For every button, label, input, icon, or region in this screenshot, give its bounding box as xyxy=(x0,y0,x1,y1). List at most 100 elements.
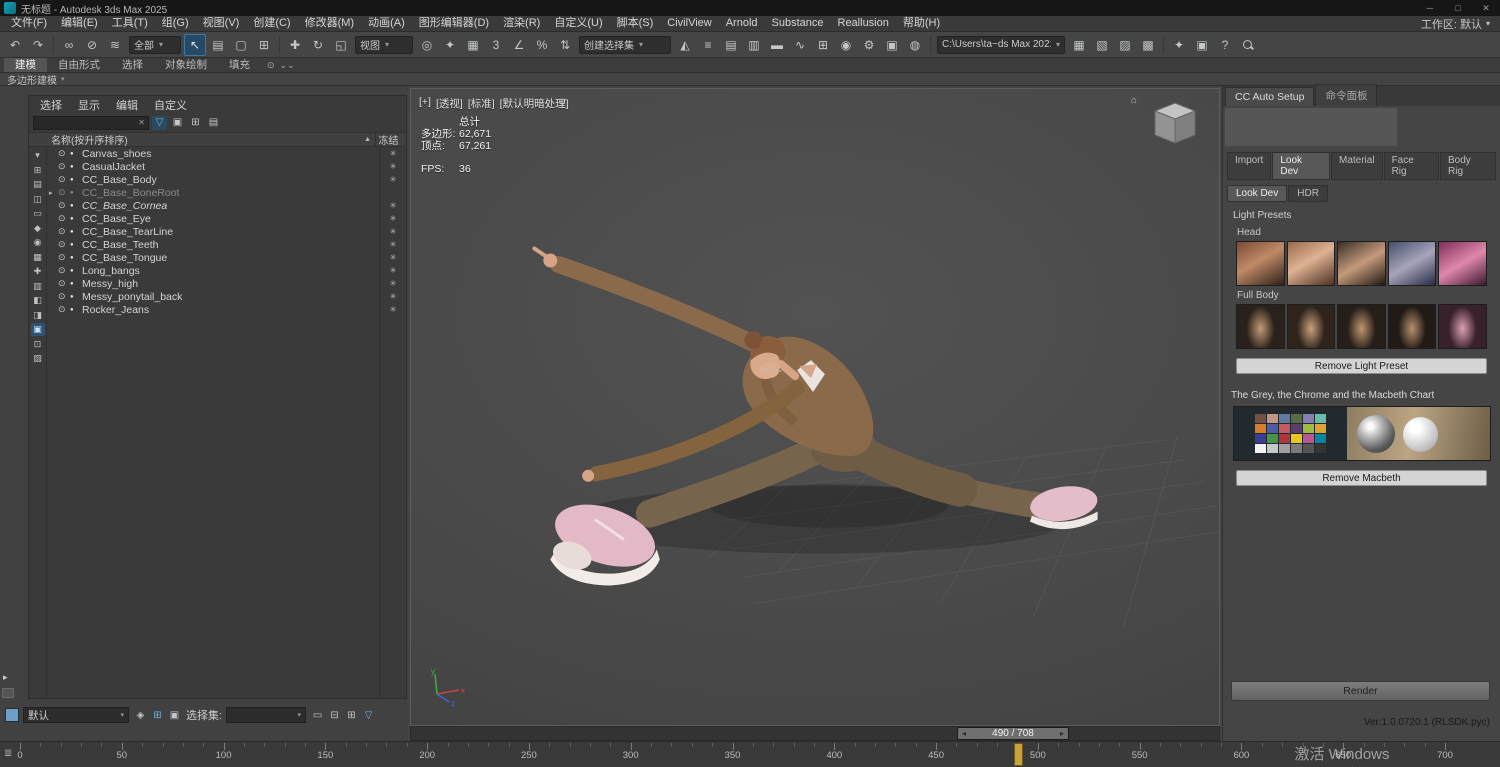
frozen-state-icon[interactable]: ✳ xyxy=(380,201,406,210)
explorer-menu-item[interactable]: 自定义 xyxy=(147,97,194,113)
display-bones-icon[interactable]: ◧ xyxy=(31,294,45,307)
frozen-state-icon[interactable]: ✳ xyxy=(380,214,406,223)
cc-main-tab[interactable]: Look Dev xyxy=(1272,152,1330,180)
visibility-eye-icon[interactable]: ⊙ xyxy=(58,226,70,237)
cc-main-tab[interactable]: Face Rig xyxy=(1384,152,1439,180)
viewport-label-segment[interactable]: [标准] xyxy=(468,96,495,111)
object-name[interactable]: CC_Base_Tongue xyxy=(82,252,167,264)
display-layers-icon[interactable]: ⊡ xyxy=(31,338,45,351)
create-selection-set-icon[interactable]: ▭ xyxy=(310,708,325,723)
panel-window-tab[interactable]: CC Auto Setup xyxy=(1225,87,1314,106)
menu-item[interactable]: 帮助(H) xyxy=(896,16,947,31)
head-light-preset-4[interactable] xyxy=(1388,241,1437,286)
add-selection-set-icon[interactable]: ⊞ xyxy=(344,708,359,723)
object-name[interactable]: CC_Base_Cornea xyxy=(82,200,167,212)
menu-item[interactable]: 创建(C) xyxy=(246,16,297,31)
head-light-preset-1[interactable] xyxy=(1236,241,1285,286)
object-name[interactable]: Long_bangs xyxy=(82,265,140,277)
rectangular-selection-region-icon[interactable]: ▢ xyxy=(230,34,252,56)
visibility-eye-icon[interactable]: ⊙ xyxy=(58,278,70,289)
object-name[interactable]: CC_Base_Teeth xyxy=(82,239,158,251)
footer-list-view-icon[interactable]: ⊞ xyxy=(150,708,165,723)
explorer-preset-dropdown[interactable]: 默认 ▾ xyxy=(23,707,129,723)
menu-item[interactable]: Substance xyxy=(765,16,831,31)
list-item[interactable]: ▸ ⊙ ● CC_Base_TearLine ✳ xyxy=(47,225,406,238)
display-lights-icon[interactable]: ▭ xyxy=(31,207,45,220)
next-frame-icon[interactable]: ▸ xyxy=(1056,729,1068,738)
menu-item[interactable]: 文件(F) xyxy=(4,16,54,31)
menu-item[interactable]: 工具(T) xyxy=(105,16,155,31)
frozen-state-icon[interactable]: ✳ xyxy=(380,240,406,249)
current-frame-marker[interactable] xyxy=(1014,743,1023,766)
body-light-preset-2[interactable] xyxy=(1287,304,1336,349)
minimize-button[interactable]: ─ xyxy=(1416,0,1444,16)
perspective-viewport[interactable]: [+][透视][标准][默认明暗处理] ▽ 总计 多边形: 62,671 xyxy=(410,88,1220,726)
mirror-icon[interactable]: ◭ xyxy=(674,34,696,56)
panel-window-tab[interactable]: 命令面板 xyxy=(1315,84,1377,106)
cc-sub-tab[interactable]: Look Dev xyxy=(1227,185,1287,202)
menu-item[interactable]: 脚本(S) xyxy=(610,16,661,31)
cc-sub-tab[interactable]: HDR xyxy=(1288,185,1328,202)
list-item[interactable]: ▸ ⊙ ● Messy_ponytail_back ✳ xyxy=(47,290,406,303)
list-item[interactable]: ▸ ⊙ ● Rocker_Jeans ✳ xyxy=(47,303,406,316)
list-item[interactable]: ▸ ⊙ ● Long_bangs ✳ xyxy=(47,264,406,277)
remove-selection-set-icon[interactable]: ⊟ xyxy=(327,708,342,723)
redo-icon[interactable]: ↷ xyxy=(27,34,49,56)
reference-coordinate-dropdown[interactable]: 视图 ▾ xyxy=(355,36,413,54)
select-and-scale-icon[interactable]: ◱ xyxy=(330,34,352,56)
frozen-state-icon[interactable]: ✳ xyxy=(380,149,406,158)
frozen-state-icon[interactable]: ✳ xyxy=(380,292,406,301)
search-icon[interactable] xyxy=(1237,34,1259,56)
display-frozen-icon[interactable]: ▧ xyxy=(31,352,45,365)
display-influences-icon[interactable]: ⊞ xyxy=(31,164,45,177)
explorer-pick-icon[interactable]: ⊞ xyxy=(188,116,203,130)
visibility-eye-icon[interactable]: ⊙ xyxy=(58,174,70,185)
timeline-ruler[interactable]: ≣ 激活 Windows 转到“设置”以激活 Windows。 05010015… xyxy=(0,741,1500,767)
explorer-menu-item[interactable]: 编辑 xyxy=(109,97,145,113)
expander-icon[interactable]: ▸ xyxy=(49,189,58,197)
render-setup-icon[interactable]: ⚙ xyxy=(858,34,880,56)
toolbar-extra-icon-3[interactable]: ▨ xyxy=(1114,34,1136,56)
object-name[interactable]: Rocker_Jeans xyxy=(82,304,149,316)
display-shapes-icon[interactable]: ◫ xyxy=(31,193,45,206)
visibility-eye-icon[interactable]: ⊙ xyxy=(58,304,70,315)
frozen-state-icon[interactable]: ✳ xyxy=(380,162,406,171)
head-light-preset-3[interactable] xyxy=(1337,241,1386,286)
object-name[interactable]: CC_Base_Eye xyxy=(82,213,151,225)
snap-toggle-3d-icon[interactable]: 3 xyxy=(485,34,507,56)
visibility-eye-icon[interactable]: ⊙ xyxy=(58,148,70,159)
object-name[interactable]: Messy_high xyxy=(82,278,138,290)
head-light-preset-2[interactable] xyxy=(1287,241,1336,286)
explorer-search-input[interactable]: ✕ xyxy=(33,116,149,130)
cc-main-tab[interactable]: Body Rig xyxy=(1440,152,1496,180)
object-name[interactable]: CC_Base_TearLine xyxy=(82,226,173,238)
viewport-label-segment[interactable]: [+] xyxy=(419,96,431,111)
visibility-eye-icon[interactable]: ⊙ xyxy=(58,200,70,211)
display-space-warps-icon[interactable]: ▦ xyxy=(31,251,45,264)
previous-frame-icon[interactable]: ◂ xyxy=(958,729,970,738)
material-editor-icon[interactable]: ◉ xyxy=(835,34,857,56)
list-item[interactable]: ▸ ⊙ ● CC_Base_BoneRoot ✳ xyxy=(47,186,406,199)
workspace-selector[interactable]: 工作区: 默认 ▾ xyxy=(1421,16,1490,32)
menu-item[interactable]: 修改器(M) xyxy=(298,16,362,31)
viewport-filter-icon[interactable]: ▽ xyxy=(559,97,566,108)
layer-manager-icon[interactable]: ▤ xyxy=(720,34,742,56)
select-and-move-icon[interactable]: ✚ xyxy=(284,34,306,56)
undo-icon[interactable]: ↶ xyxy=(4,34,26,56)
visibility-eye-icon[interactable]: ⊙ xyxy=(58,252,70,263)
explorer-lock-icon[interactable]: ▣ xyxy=(170,116,185,130)
ribbon-tab[interactable]: 填充 xyxy=(218,58,261,72)
selection-filter-dropdown[interactable]: 全部 ▾ xyxy=(129,36,181,54)
isolate-selection-icon[interactable]: ▣ xyxy=(1191,34,1213,56)
menu-item[interactable]: Arnold xyxy=(719,16,765,31)
schematic-view-icon[interactable]: ⊞ xyxy=(812,34,834,56)
menu-item[interactable]: 视图(V) xyxy=(196,16,247,31)
toolbar-extra-icon-2[interactable]: ▧ xyxy=(1091,34,1113,56)
ribbon-collapse-icon[interactable]: ⌄⌄ xyxy=(280,60,295,71)
body-light-preset-5[interactable] xyxy=(1438,304,1487,349)
panel-collapse-arrow-icon[interactable]: ▸ xyxy=(3,672,8,683)
explorer-menu-item[interactable]: 选择 xyxy=(33,97,69,113)
menu-item[interactable]: 编辑(E) xyxy=(54,16,105,31)
curve-editor-icon[interactable]: ∿ xyxy=(789,34,811,56)
display-containers-icon[interactable]: ◨ xyxy=(31,309,45,322)
